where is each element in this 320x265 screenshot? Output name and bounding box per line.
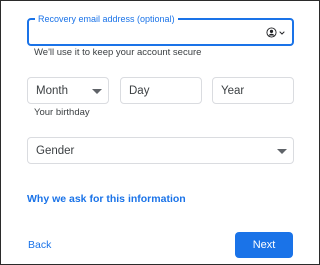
recovery-email-helper: We'll use it to keep your account secure: [34, 47, 202, 58]
back-button[interactable]: Back: [28, 239, 51, 251]
year-placeholder: Year: [221, 84, 245, 97]
next-button[interactable]: Next: [235, 232, 293, 258]
month-placeholder: Month: [36, 84, 68, 97]
account-picker-button[interactable]: [266, 27, 286, 38]
account-circle-icon: [266, 27, 277, 38]
chevron-down-icon: [279, 30, 285, 35]
day-placeholder: Day: [129, 84, 150, 97]
birthday-helper: Your birthday: [34, 107, 90, 118]
year-field[interactable]: Year: [212, 77, 294, 104]
recovery-email-label: Recovery email address (optional): [35, 13, 178, 25]
month-dropdown-arrow-icon: [92, 89, 102, 94]
recovery-email-field[interactable]: Recovery email address (optional): [27, 13, 294, 46]
gender-placeholder: Gender: [36, 144, 75, 157]
month-select[interactable]: Month: [27, 77, 109, 104]
signup-form-panel: Recovery email address (optional) We'll …: [0, 0, 320, 265]
why-we-ask-link[interactable]: Why we ask for this information: [27, 193, 186, 205]
day-field[interactable]: Day: [120, 77, 202, 104]
gender-dropdown-arrow-icon: [277, 149, 287, 154]
gender-select[interactable]: Gender: [27, 137, 294, 164]
